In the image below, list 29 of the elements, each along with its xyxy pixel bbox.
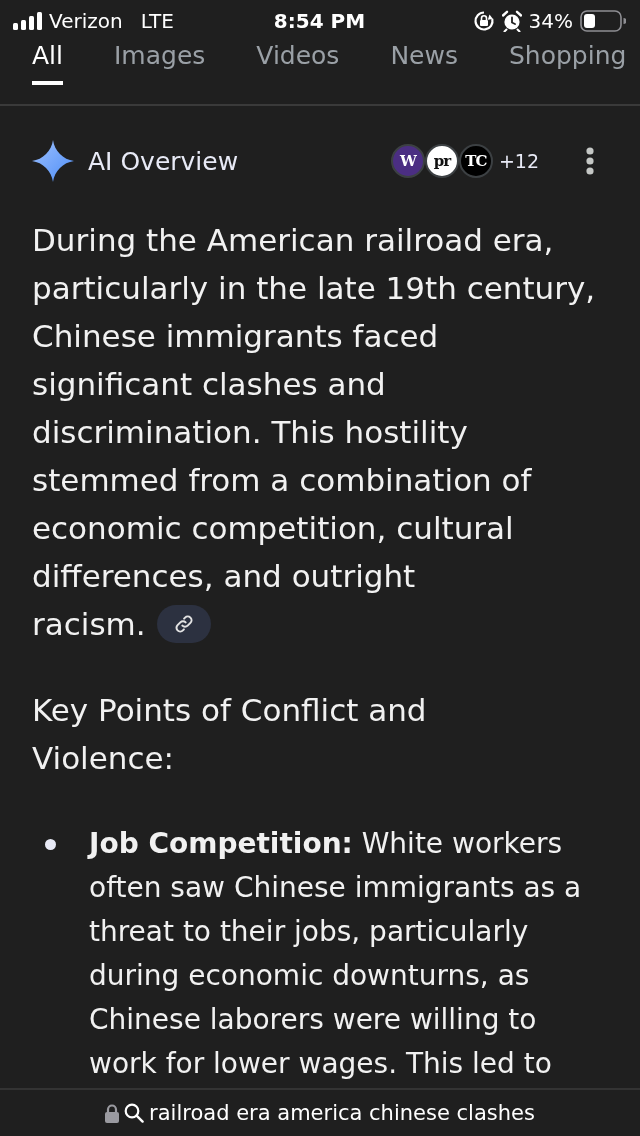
battery-percent: 34%: [528, 9, 573, 33]
search-tab[interactable]: Images: [114, 41, 206, 85]
source-logo[interactable]: W: [390, 144, 425, 178]
search-tab[interactable]: Shopping: [508, 41, 627, 85]
more-options-button[interactable]: [586, 147, 594, 175]
battery-icon: [580, 10, 626, 32]
source-logo[interactable]: pr: [424, 144, 459, 178]
address-query[interactable]: railroad era america chinese clashes: [149, 1101, 535, 1125]
sparkle-icon: [32, 140, 74, 182]
carrier-name: Verizon: [49, 9, 123, 33]
bullet-text: Job Competition: White workers often saw Chinese immigrants as a threat to their jobs, particularly during economic downturns, as Chinese laborers were willing to work for lower wages. This led to: [89, 826, 583, 1082]
alarm-clock-icon: [501, 10, 522, 32]
source-link-button[interactable]: [157, 604, 212, 643]
search-tab[interactable]: Videos: [256, 41, 340, 85]
overview-title: AI Overview: [88, 146, 239, 176]
more-vert-icon: [586, 147, 594, 175]
status-time: 8:54 PM: [273, 9, 366, 33]
signal-icon: [13, 12, 43, 30]
network-type: LTE: [140, 9, 174, 33]
more-sources-count[interactable]: +12: [498, 150, 539, 172]
bullet-icon: [45, 839, 56, 850]
search-tab[interactable]: All: [32, 41, 63, 85]
search-icon: [124, 1103, 145, 1123]
source-logo[interactable]: TC: [458, 144, 493, 178]
rotation-lock-icon: [472, 10, 495, 32]
overview-summary: During the American railroad era, particularly in the late 19th century, Chinese immigrants faced significant clashes and discrimination. This hostility stemmed from a combination of economic competition, cultural differences, and outright racism.: [32, 221, 597, 645]
link-icon: [174, 613, 195, 634]
section-heading: Key Points of Conflict and Violence:: [32, 691, 428, 778]
search-tab[interactable]: News: [390, 41, 458, 85]
